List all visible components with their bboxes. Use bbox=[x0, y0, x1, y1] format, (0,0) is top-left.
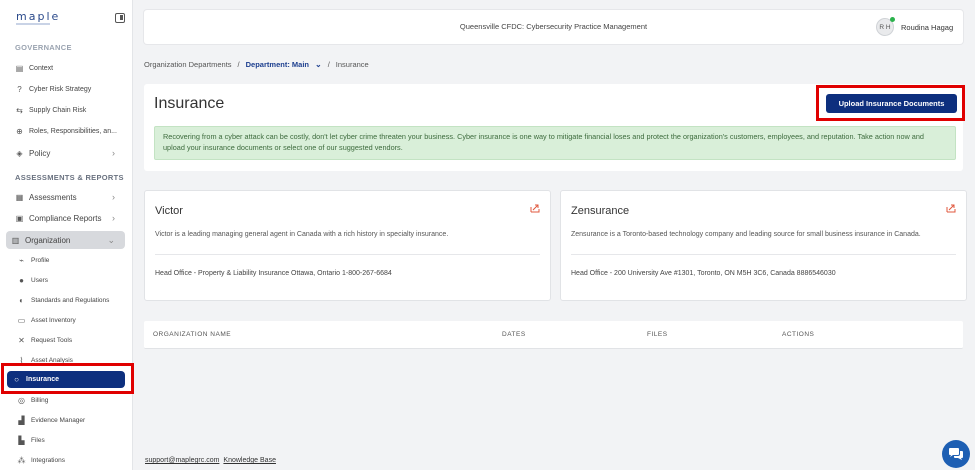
chevron-right-icon: › bbox=[112, 192, 115, 202]
organization-icon: ▥ bbox=[11, 235, 20, 245]
report-icon: ▣ bbox=[15, 213, 24, 223]
shield-icon: ◈ bbox=[16, 148, 23, 158]
inventory-icon: ▭ bbox=[17, 315, 26, 325]
sidebar-item-organization[interactable]: ▥ Organization ⌄ bbox=[6, 231, 125, 249]
analysis-icon: ⌇ bbox=[19, 355, 24, 365]
vendor-card-zensurance: Zensurance Zensurance is a Toronto-based… bbox=[560, 190, 967, 301]
tools-icon: ✕ bbox=[18, 335, 25, 345]
strategy-icon: ? bbox=[17, 84, 22, 94]
breadcrumb-current: Insurance bbox=[335, 60, 369, 69]
vendor-card-victor: Victor Victor is a leading managing gene… bbox=[144, 190, 551, 301]
users-icon: ● bbox=[19, 275, 24, 285]
sidebar-item-asset-inventory[interactable]: ▭ Asset Inventory bbox=[12, 311, 127, 329]
section-governance: GOVERNANCE bbox=[15, 43, 72, 52]
files-icon: ▙ bbox=[18, 435, 25, 445]
sidebar-item-roles[interactable]: ⊕ Roles, Responsibilities, an... bbox=[10, 122, 125, 140]
collapse-sidebar-icon[interactable] bbox=[115, 13, 125, 23]
vendor-name: Zensurance bbox=[571, 205, 630, 217]
online-status-dot bbox=[890, 17, 895, 22]
vendor-office: Head Office - Property & Liability Insur… bbox=[155, 270, 392, 277]
footer: support@maplegrc.com Knowledge Base bbox=[145, 457, 276, 464]
sidebar-item-standards[interactable]: ◐ Standards and Regulations bbox=[12, 291, 127, 309]
standards-icon: ◐ bbox=[19, 295, 24, 305]
sidebar-item-asset-analysis[interactable]: ⌇ Asset Analysis bbox=[12, 351, 127, 369]
sidebar-item-assessments[interactable]: ▦ Assessments › bbox=[10, 188, 125, 206]
sidebar-item-integrations[interactable]: ⁂ Integrations bbox=[12, 451, 127, 469]
column-header-dates[interactable]: DATES bbox=[502, 331, 526, 338]
external-link-icon[interactable] bbox=[530, 203, 540, 213]
vendor-office: Head Office - 200 University Ave #1301, … bbox=[571, 270, 836, 277]
top-header: Queensville CFDC: Cybersecurity Practice… bbox=[144, 10, 963, 44]
support-email-link[interactable]: support@maplegrc.com bbox=[145, 457, 219, 464]
chevron-down-icon: ⌄ bbox=[107, 234, 115, 245]
user-name[interactable]: Roudina Hagag bbox=[901, 23, 953, 32]
breadcrumb-root[interactable]: Organization Departments bbox=[144, 60, 232, 69]
sidebar-item-users[interactable]: ● Users bbox=[12, 271, 127, 289]
sidebar-item-compliance-reports[interactable]: ▣ Compliance Reports › bbox=[10, 209, 125, 227]
evidence-icon: ▟ bbox=[18, 415, 25, 425]
upload-insurance-documents-button[interactable]: Upload Insurance Documents bbox=[826, 94, 957, 113]
chat-icon bbox=[949, 448, 963, 460]
vendor-name: Victor bbox=[155, 205, 183, 217]
supply-chain-icon: ⇆ bbox=[16, 105, 23, 115]
org-title: Queensville CFDC: Cybersecurity Practice… bbox=[459, 22, 648, 31]
divider bbox=[155, 254, 540, 255]
breadcrumb-separator: / bbox=[237, 60, 240, 69]
chevron-right-icon: › bbox=[112, 213, 115, 223]
breadcrumb: Organization Departments / Department: M… bbox=[144, 60, 369, 69]
column-header-organization-name[interactable]: ORGANIZATION NAME bbox=[153, 331, 231, 338]
sidebar-item-billing[interactable]: ◎ Billing bbox=[12, 391, 127, 409]
insurance-notice: Recovering from a cyber attack can be co… bbox=[154, 126, 956, 160]
vendor-description: Victor is a leading managing general age… bbox=[155, 231, 449, 238]
sidebar-item-supply-chain-risk[interactable]: ⇆ Supply Chain Risk bbox=[10, 101, 125, 119]
integrations-icon: ⁂ bbox=[17, 455, 26, 465]
divider bbox=[571, 254, 956, 255]
sidebar-item-insurance[interactable]: ○ Insurance bbox=[7, 371, 125, 388]
breadcrumb-separator: / bbox=[327, 60, 330, 69]
profile-icon: ⌁ bbox=[19, 255, 24, 265]
chevron-down-icon[interactable]: ⌄ bbox=[315, 60, 322, 69]
external-link-icon[interactable] bbox=[946, 203, 956, 213]
app-logo[interactable]: maple bbox=[16, 10, 60, 23]
sidebar: maple GOVERNANCE ▤ Context ? Cyber Risk St… bbox=[0, 0, 133, 470]
billing-icon: ◎ bbox=[18, 395, 25, 405]
column-header-files[interactable]: FILES bbox=[647, 331, 668, 338]
vendor-description: Zensurance is a Toronto-based technology… bbox=[571, 231, 921, 238]
knowledge-base-link[interactable]: Knowledge Base bbox=[223, 457, 276, 464]
insurance-documents-table: ORGANIZATION NAME DATES FILES ACTIONS bbox=[144, 321, 963, 349]
breadcrumb-department-dropdown[interactable]: Department: Main bbox=[246, 60, 309, 69]
sidebar-item-policy[interactable]: ◈ Policy › bbox=[10, 144, 125, 162]
sidebar-item-evidence-manager[interactable]: ▟ Evidence Manager bbox=[12, 411, 127, 429]
page-title: Insurance bbox=[154, 95, 225, 112]
document-icon: ▤ bbox=[15, 63, 24, 73]
chat-support-button[interactable] bbox=[942, 440, 970, 468]
sidebar-item-profile[interactable]: ⌁ Profile bbox=[12, 251, 127, 269]
sidebar-item-request-tools[interactable]: ✕ Request Tools bbox=[12, 331, 127, 349]
insurance-card: Insurance Upload Insurance Documents Rec… bbox=[144, 84, 963, 171]
chevron-right-icon: › bbox=[112, 148, 115, 158]
sidebar-item-cyber-risk-strategy[interactable]: ? Cyber Risk Strategy bbox=[10, 80, 125, 98]
roles-icon: ⊕ bbox=[16, 126, 23, 136]
shield-icon: ○ bbox=[14, 375, 19, 384]
logo-underline bbox=[16, 23, 50, 25]
section-assessments: ASSESSMENTS & REPORTS bbox=[15, 173, 124, 182]
assessment-icon: ▦ bbox=[15, 192, 24, 202]
column-header-actions[interactable]: ACTIONS bbox=[782, 331, 814, 338]
sidebar-item-files[interactable]: ▙ Files bbox=[12, 431, 127, 449]
sidebar-item-context[interactable]: ▤ Context bbox=[10, 59, 125, 77]
